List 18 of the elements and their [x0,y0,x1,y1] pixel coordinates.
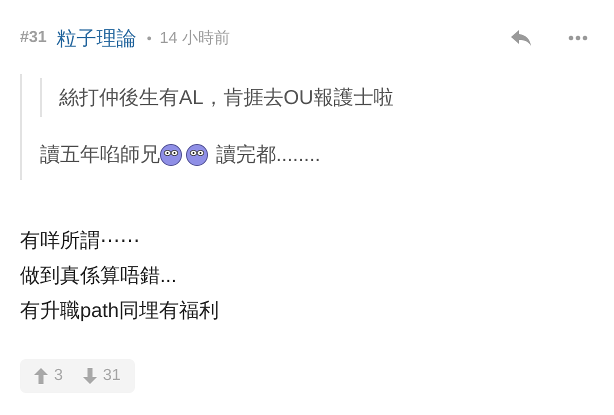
up-arrow-icon [34,368,48,384]
quote-text: 讀完都........ [216,143,320,168]
post-time: 14 小時前 [160,28,230,48]
comment-line: 有升職path同埋有福利 [20,299,220,324]
emoticon-icon [186,144,208,166]
quote-text: 絲打仲後生有AL，肯捱去OU報護士啦 [59,87,394,109]
emoticon-icon [160,144,182,166]
post-number: #31 [20,29,47,47]
comment-line: 做到真係算唔錯... [20,264,178,289]
downvote-button[interactable]: 31 [82,367,121,385]
reply-button[interactable] [510,29,532,47]
more-button[interactable] [568,35,588,41]
author-link[interactable]: 粒子理論 [56,24,137,52]
upvote-button[interactable]: 3 [34,367,63,385]
quote-text: 讀五年啗師兄 [40,143,160,168]
separator-dot: • [146,30,152,46]
comment-line: 有咩所謂⋯⋯ [20,229,141,254]
down-arrow-icon [82,368,97,384]
